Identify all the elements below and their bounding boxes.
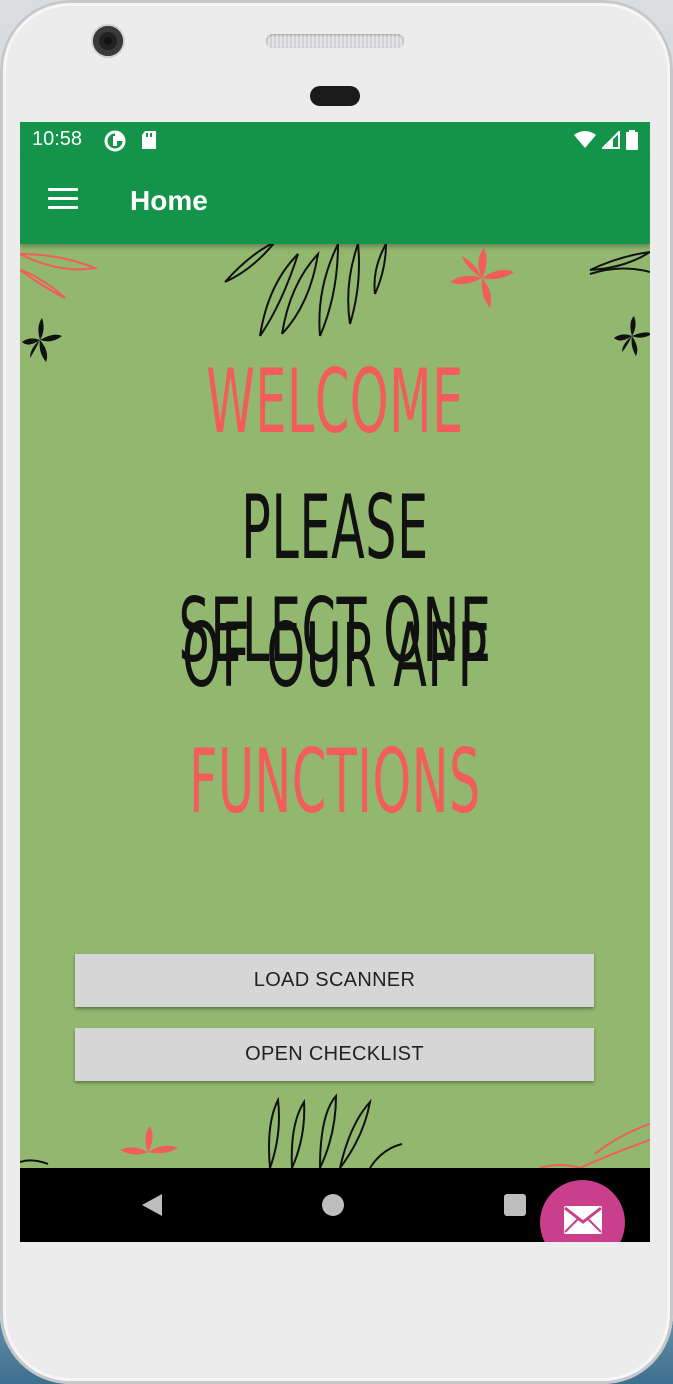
earpiece-speaker	[266, 34, 404, 48]
battery-icon	[626, 130, 638, 155]
app-bar: Home	[20, 158, 650, 244]
load-scanner-button[interactable]: LOAD SCANNER	[75, 954, 594, 1007]
signal-icon	[600, 129, 620, 154]
mail-icon	[563, 1205, 603, 1240]
page-title: Home	[130, 185, 208, 216]
sd-card-icon	[140, 130, 158, 155]
front-camera	[93, 26, 123, 56]
proximity-sensor	[310, 86, 360, 106]
welcome-line-3: OF OUR APP	[182, 604, 488, 707]
screen: 10:58 Home WELCOME PLEASE SELECT ONE OF …	[20, 122, 650, 1242]
welcome-line-4: FUNCTIONS	[189, 730, 481, 833]
welcome-heading: WELCOME	[206, 350, 464, 453]
back-icon[interactable]	[140, 1192, 164, 1223]
status-time: 10:58	[32, 128, 83, 150]
hamburger-menu-icon[interactable]	[48, 188, 78, 212]
wifi-icon	[574, 131, 596, 154]
status-right-icons	[574, 129, 638, 155]
home-icon[interactable]	[322, 1194, 344, 1216]
phone-frame: 10:58 Home WELCOME PLEASE SELECT ONE OF …	[0, 0, 673, 1384]
open-checklist-button[interactable]: OPEN CHECKLIST	[75, 1028, 594, 1081]
status-bar: 10:58	[20, 122, 650, 158]
home-content: WELCOME PLEASE SELECT ONE OF OUR APP FUN…	[20, 244, 650, 1242]
recents-icon[interactable]	[504, 1194, 526, 1216]
data-saver-icon	[104, 130, 126, 157]
